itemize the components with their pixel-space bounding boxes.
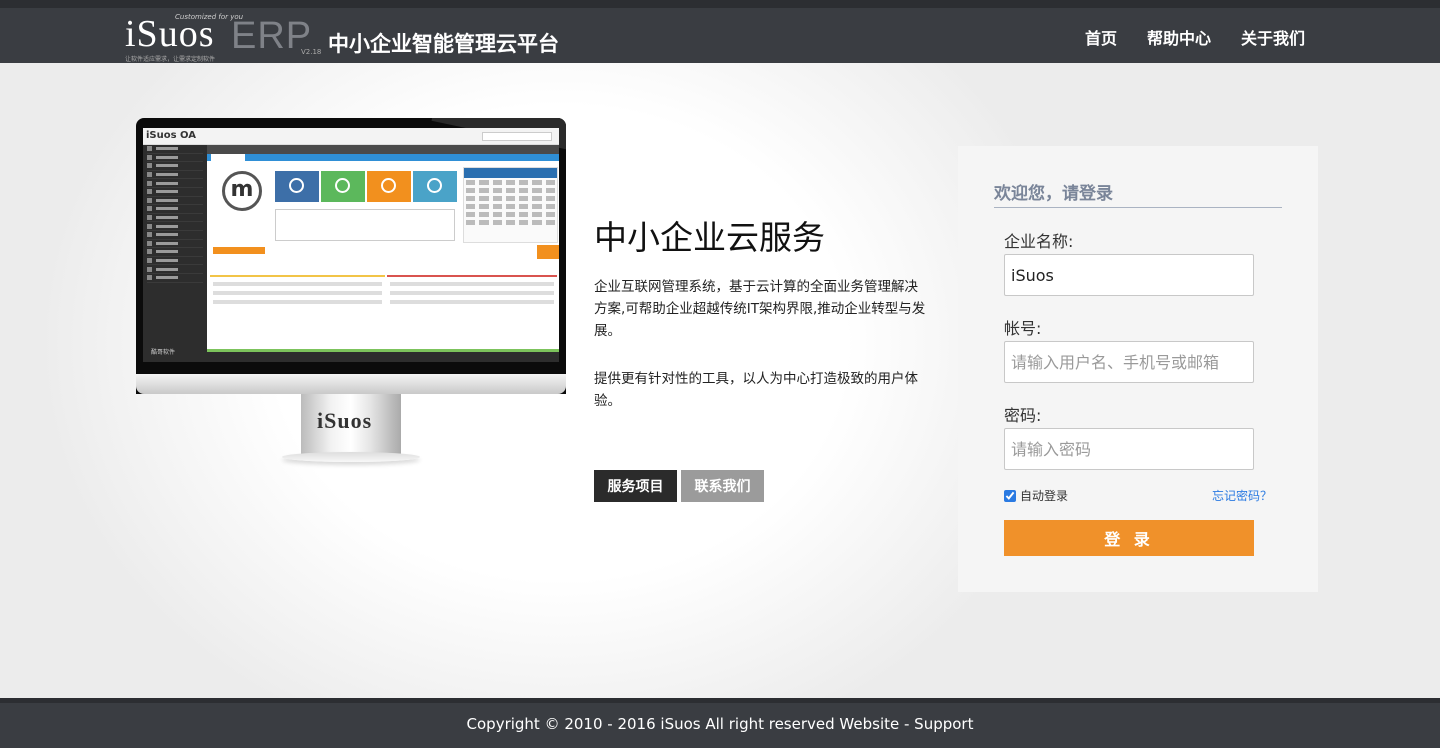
support-link[interactable]: Support xyxy=(914,715,973,733)
logo-product: ERP xyxy=(231,15,313,57)
company-input[interactable] xyxy=(1004,254,1254,296)
screen-memo-box xyxy=(275,209,455,241)
nav-help-center[interactable]: 帮助中心 xyxy=(1147,25,1211,49)
login-button[interactable]: 登 录 xyxy=(1004,520,1254,556)
password-label: 密码: xyxy=(1004,406,1042,425)
services-button[interactable]: 服务项目 xyxy=(594,470,677,502)
top-nav: 首页 帮助中心 关于我们 xyxy=(1085,25,1305,49)
copyright: Copyright © 2010 - 2016 iSuos All right … xyxy=(0,715,1440,733)
monitor-screen: iSuos OA 酷哥软件 m xyxy=(143,128,559,362)
nav-home[interactable]: 首页 xyxy=(1085,25,1117,49)
screen-add-button xyxy=(537,245,559,259)
screen-app-name: iSuos OA xyxy=(146,130,197,141)
screen-footer-brand: 酷哥软件 xyxy=(151,349,176,356)
account-label: 帐号: xyxy=(1004,319,1042,338)
top-header: Customized for you iSuos ERP V2.18 让软件适应… xyxy=(0,0,1440,63)
intro-paragraph: 提供更有针对性的工具，以人为中心打造极致的用户体验。 xyxy=(594,371,918,409)
platform-title: 中小企业智能管理云平台 xyxy=(328,32,559,56)
intro-title: 中小企业云服务 xyxy=(594,218,825,257)
login-panel: 欢迎您，请登录 企业名称: 帐号: 密码: 自动登录 忘记密码？ 登 录 xyxy=(958,146,1318,592)
logo-version: V2.18 xyxy=(301,48,322,56)
logo-slogan: 让软件适应需求，让需求定制软件 xyxy=(125,56,216,63)
company-label: 企业名称: xyxy=(1004,232,1074,251)
contact-button[interactable]: 联系我们 xyxy=(681,470,764,502)
screen-table xyxy=(210,275,385,335)
screen-tile xyxy=(367,171,411,202)
account-input[interactable] xyxy=(1004,341,1254,383)
login-title: 欢迎您，请登录 xyxy=(994,184,1113,204)
screen-tile xyxy=(275,171,319,202)
screen-search-box xyxy=(482,132,552,141)
monitor-stand: iSuos xyxy=(301,394,401,454)
auto-login-option[interactable]: 自动登录 xyxy=(1004,487,1068,504)
screen-table xyxy=(387,275,557,335)
screen-tile xyxy=(413,171,457,202)
website-link[interactable]: Website xyxy=(839,715,899,733)
screen-sidebar: 酷哥软件 xyxy=(143,145,207,362)
screen-dashboard: m xyxy=(207,161,559,362)
intro-buttons: 服务项目 联系我们 xyxy=(594,470,764,502)
monitor-base xyxy=(282,452,420,462)
auto-login-checkbox[interactable] xyxy=(1004,489,1016,502)
divider xyxy=(994,207,1282,208)
monitor-chin xyxy=(136,374,566,394)
nav-about-us[interactable]: 关于我们 xyxy=(1241,25,1305,49)
stand-brand: iSuos xyxy=(317,408,373,433)
copyright-text: Copyright © 2010 - 2016 iSuos All right … xyxy=(466,715,840,733)
intro-paragraph: 企业互联网管理系统，基于云计算的全面业务管理解决方案,可帮助企业超越传统IT架构… xyxy=(594,279,926,339)
auto-login-label: 自动登录 xyxy=(1020,489,1069,503)
screen-topbar: iSuos OA xyxy=(143,128,559,145)
screen-avatar: m xyxy=(222,171,262,211)
screen-tile xyxy=(321,171,365,202)
logo-text: iSuos xyxy=(125,13,215,55)
footer-separator: - xyxy=(899,715,915,733)
password-input[interactable] xyxy=(1004,428,1254,470)
monitor-frame: iSuos OA 酷哥软件 m xyxy=(136,118,566,394)
forgot-password-link[interactable]: 忘记密码？ xyxy=(1212,487,1272,504)
footer: Copyright © 2010 - 2016 iSuos All right … xyxy=(0,698,1440,748)
screen-calendar xyxy=(463,167,558,243)
